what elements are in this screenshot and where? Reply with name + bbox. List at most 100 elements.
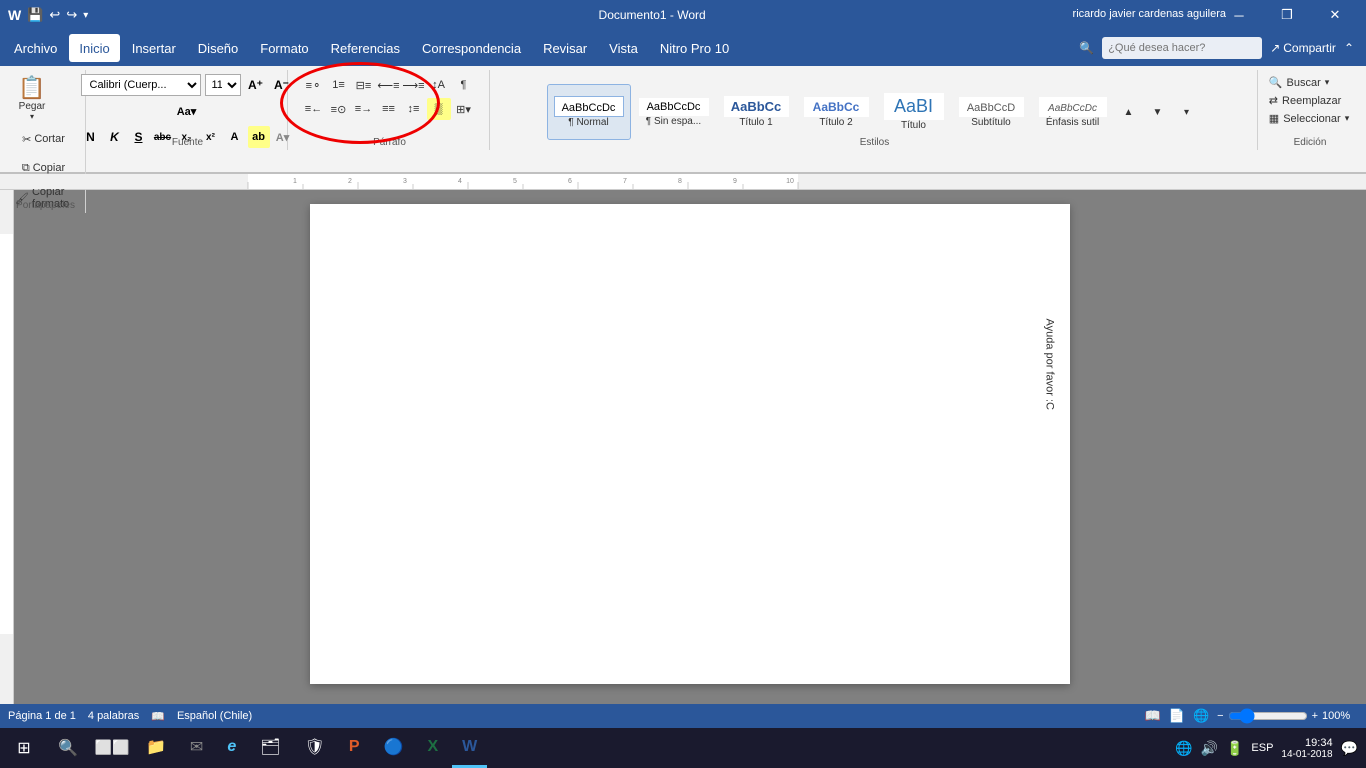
svg-text:4: 4: [458, 178, 462, 185]
zoom-slider[interactable]: [1228, 708, 1308, 724]
notifications-icon[interactable]: 💬: [1341, 740, 1358, 757]
seleccionar-dropdown[interactable]: ▾: [1345, 113, 1350, 124]
menu-nitro[interactable]: Nitro Pro 10: [650, 34, 739, 62]
taskbar-excel[interactable]: X: [417, 728, 448, 768]
style-titulo2[interactable]: AaBbCc Título 2: [797, 84, 876, 140]
network-icon[interactable]: 🌐: [1175, 740, 1192, 757]
print-layout-icon[interactable]: 📄: [1169, 708, 1185, 724]
bullets-button[interactable]: ≡⚬: [302, 74, 326, 96]
quick-save-icon[interactable]: 💾: [27, 7, 43, 23]
borders-button[interactable]: ⊞▾: [452, 98, 476, 120]
style-subtitulo[interactable]: AaBbCcD Subtítulo: [952, 84, 1031, 140]
style-sin-espa[interactable]: AaBbCcDc ¶ Sin espa...: [632, 84, 716, 140]
sort-button[interactable]: ↕A: [427, 74, 451, 96]
taskbar-explorer[interactable]: 📁: [136, 728, 176, 768]
menu-inicio[interactable]: Inicio: [69, 34, 119, 62]
ribbon: 📋 Pegar ▾ ✂ Cortar ⧉ Copiar 🖌 Cop: [0, 66, 1366, 174]
fuente-group: Calibri (Cuerp... 11 A⁺ A⁻ Aa▾ N K S abc: [88, 70, 288, 150]
buscar-button[interactable]: 🔍 Buscar ▾: [1261, 74, 1337, 91]
volume-icon[interactable]: 🔊: [1201, 740, 1218, 757]
line-spacing-button[interactable]: ↕≡: [402, 98, 426, 120]
undo-icon[interactable]: ↩: [49, 7, 60, 23]
redo-icon[interactable]: ↪: [66, 7, 77, 23]
document-content[interactable]: Ayuda por favor :C: [390, 264, 990, 564]
zoom-out-icon[interactable]: −: [1217, 710, 1223, 722]
styles-scroll-down[interactable]: ▼: [1144, 98, 1172, 126]
zoom-in-icon[interactable]: +: [1312, 710, 1318, 722]
start-button[interactable]: ⊞: [4, 728, 44, 768]
task-view-button[interactable]: ⬜⬜: [92, 728, 132, 768]
taskbar-powerpoint[interactable]: P: [339, 728, 370, 768]
collapse-ribbon-icon[interactable]: ⌃: [1344, 41, 1354, 55]
menu-formato[interactable]: Formato: [250, 34, 318, 62]
title-bar: W 💾 ↩ ↪ ▾ Documento1 - Word ricardo javi…: [0, 0, 1366, 30]
styles-expand[interactable]: ▾: [1173, 98, 1201, 126]
rotated-text: Ayuda por favor :C: [1044, 318, 1056, 410]
taskbar-file-manager[interactable]: 🗂: [250, 728, 290, 768]
increase-indent-button[interactable]: ⟶≡: [402, 74, 426, 96]
align-left-button[interactable]: ≡←: [302, 98, 326, 120]
share-icon: ↗: [1270, 41, 1280, 55]
decrease-indent-button[interactable]: ⟵≡: [377, 74, 401, 96]
taskbar-word[interactable]: W: [452, 728, 487, 768]
show-marks-button[interactable]: ¶: [452, 74, 476, 96]
font-color-dropdown[interactable]: Aa▾: [176, 100, 198, 122]
style-enfasis-sutil[interactable]: AaBbCcDc Énfasis sutil: [1032, 84, 1114, 140]
taskbar-edge[interactable]: e: [217, 728, 246, 768]
style-titulo1[interactable]: AaBbCc Título 1: [717, 84, 796, 140]
align-center-button[interactable]: ≡⊙: [327, 98, 351, 120]
edicion-label: Edición: [1260, 137, 1360, 148]
reemplazar-icon: ⇄: [1269, 94, 1278, 107]
svg-text:10: 10: [786, 178, 794, 185]
keyboard-icon[interactable]: ESP: [1251, 742, 1273, 754]
paste-dropdown-icon[interactable]: ▾: [30, 112, 34, 121]
justify-button[interactable]: ≡≡: [377, 98, 401, 120]
fuente-label: Fuente: [88, 137, 287, 148]
title-bar-controls: ─ ❒ ✕: [1216, 0, 1358, 30]
menu-insertar[interactable]: Insertar: [122, 34, 186, 62]
seleccionar-button[interactable]: ▦ Seleccionar ▾: [1261, 110, 1357, 127]
taskbar-chrome[interactable]: 🔵: [374, 728, 414, 768]
spell-check-icon[interactable]: 📖: [151, 710, 165, 723]
increase-font-button[interactable]: A⁺: [245, 74, 267, 96]
language-label[interactable]: Español (Chile): [177, 710, 252, 722]
file-manager-icon: 🗂: [260, 737, 280, 757]
doc-canvas[interactable]: Ayuda por favor :C: [14, 190, 1366, 704]
font-size-select[interactable]: 11: [205, 74, 241, 96]
menu-correspondencia[interactable]: Correspondencia: [412, 34, 531, 62]
multilevel-button[interactable]: ⊟≡: [352, 74, 376, 96]
read-mode-icon[interactable]: 📖: [1145, 708, 1161, 724]
document-page[interactable]: Ayuda por favor :C: [310, 204, 1070, 684]
paste-button[interactable]: 📋 Pegar ▾: [10, 72, 54, 124]
search-button[interactable]: 🔍: [48, 728, 88, 768]
taskbar-mail[interactable]: ✉: [180, 728, 213, 768]
menu-revisar[interactable]: Revisar: [533, 34, 597, 62]
search-what-input[interactable]: [1102, 37, 1262, 59]
style-normal[interactable]: AaBbCcDc ¶ Normal: [547, 84, 631, 140]
svg-text:9: 9: [733, 178, 737, 185]
style-titulo[interactable]: AaBI Título: [877, 84, 951, 140]
reemplazar-button[interactable]: ⇄ Reemplazar: [1261, 92, 1350, 109]
svg-text:8: 8: [678, 178, 682, 185]
taskbar-security[interactable]: 🛡: [295, 728, 335, 768]
font-family-select[interactable]: Calibri (Cuerp...: [81, 74, 201, 96]
share-button[interactable]: ↗ Compartir: [1270, 41, 1336, 55]
clock[interactable]: 19:34 14-01-2018: [1281, 737, 1332, 760]
cut-button[interactable]: ✂ Cortar: [10, 125, 77, 153]
menu-archivo[interactable]: Archivo: [4, 34, 67, 62]
zoom-control: − + 100%: [1217, 708, 1358, 724]
align-right-button[interactable]: ≡→: [352, 98, 376, 120]
web-layout-icon[interactable]: 🌐: [1193, 708, 1209, 724]
restore-button[interactable]: ❒: [1264, 0, 1310, 30]
shading-button[interactable]: ▒: [427, 98, 451, 120]
svg-text:2: 2: [348, 178, 352, 185]
numbering-button[interactable]: 1≡: [327, 74, 351, 96]
zoom-level[interactable]: 100%: [1322, 710, 1358, 722]
close-button[interactable]: ✕: [1312, 0, 1358, 30]
styles-scroll-up[interactable]: ▲: [1115, 98, 1143, 126]
menu-referencias[interactable]: Referencias: [321, 34, 410, 62]
menu-vista[interactable]: Vista: [599, 34, 648, 62]
menu-diseno[interactable]: Diseño: [188, 34, 248, 62]
battery-icon[interactable]: 🔋: [1226, 740, 1243, 757]
buscar-dropdown[interactable]: ▾: [1325, 77, 1330, 88]
